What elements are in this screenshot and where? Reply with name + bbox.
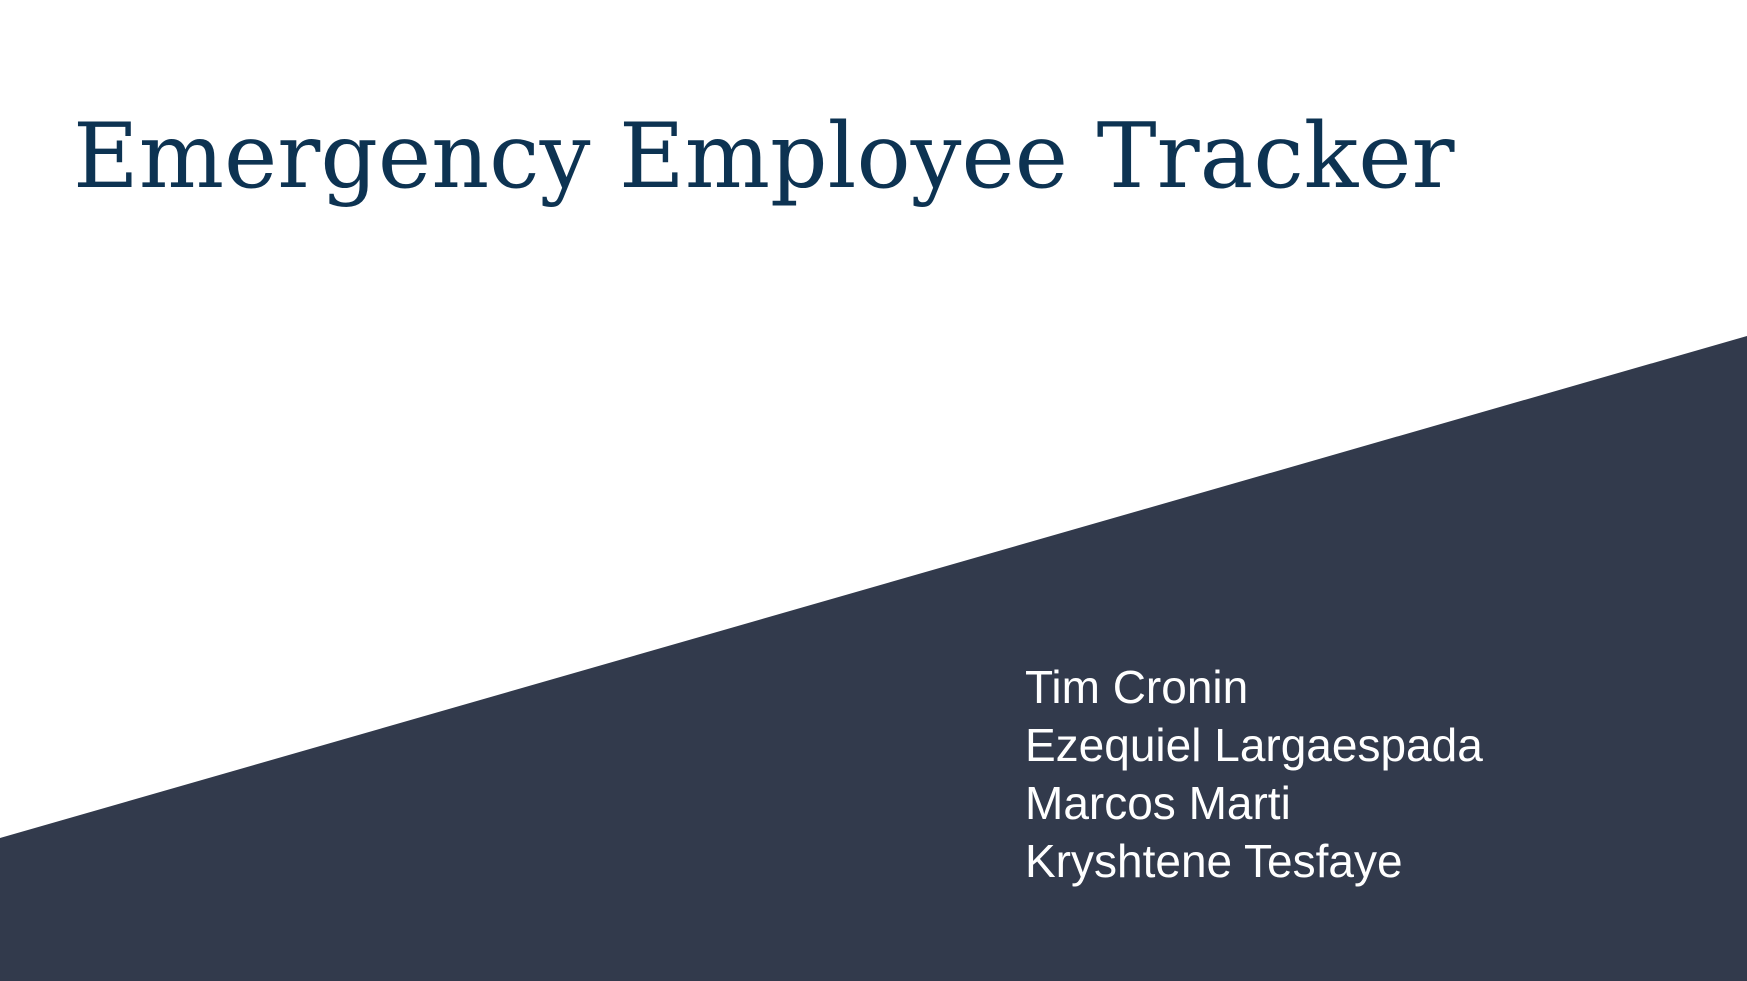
diagonal-band-polygon: [0, 336, 1747, 981]
author-list: Tim Cronin Ezequiel Largaespada Marcos M…: [1025, 658, 1483, 890]
author-name: Ezequiel Largaespada: [1025, 719, 1483, 771]
title-slide: Emergency Employee Tracker Tim Cronin Ez…: [0, 0, 1747, 981]
author-name: Tim Cronin: [1025, 661, 1249, 713]
author-name: Marcos Marti: [1025, 777, 1291, 829]
slide-title: Emergency Employee Tracker: [73, 104, 1455, 209]
author-name: Kryshtene Tesfaye: [1025, 835, 1403, 887]
